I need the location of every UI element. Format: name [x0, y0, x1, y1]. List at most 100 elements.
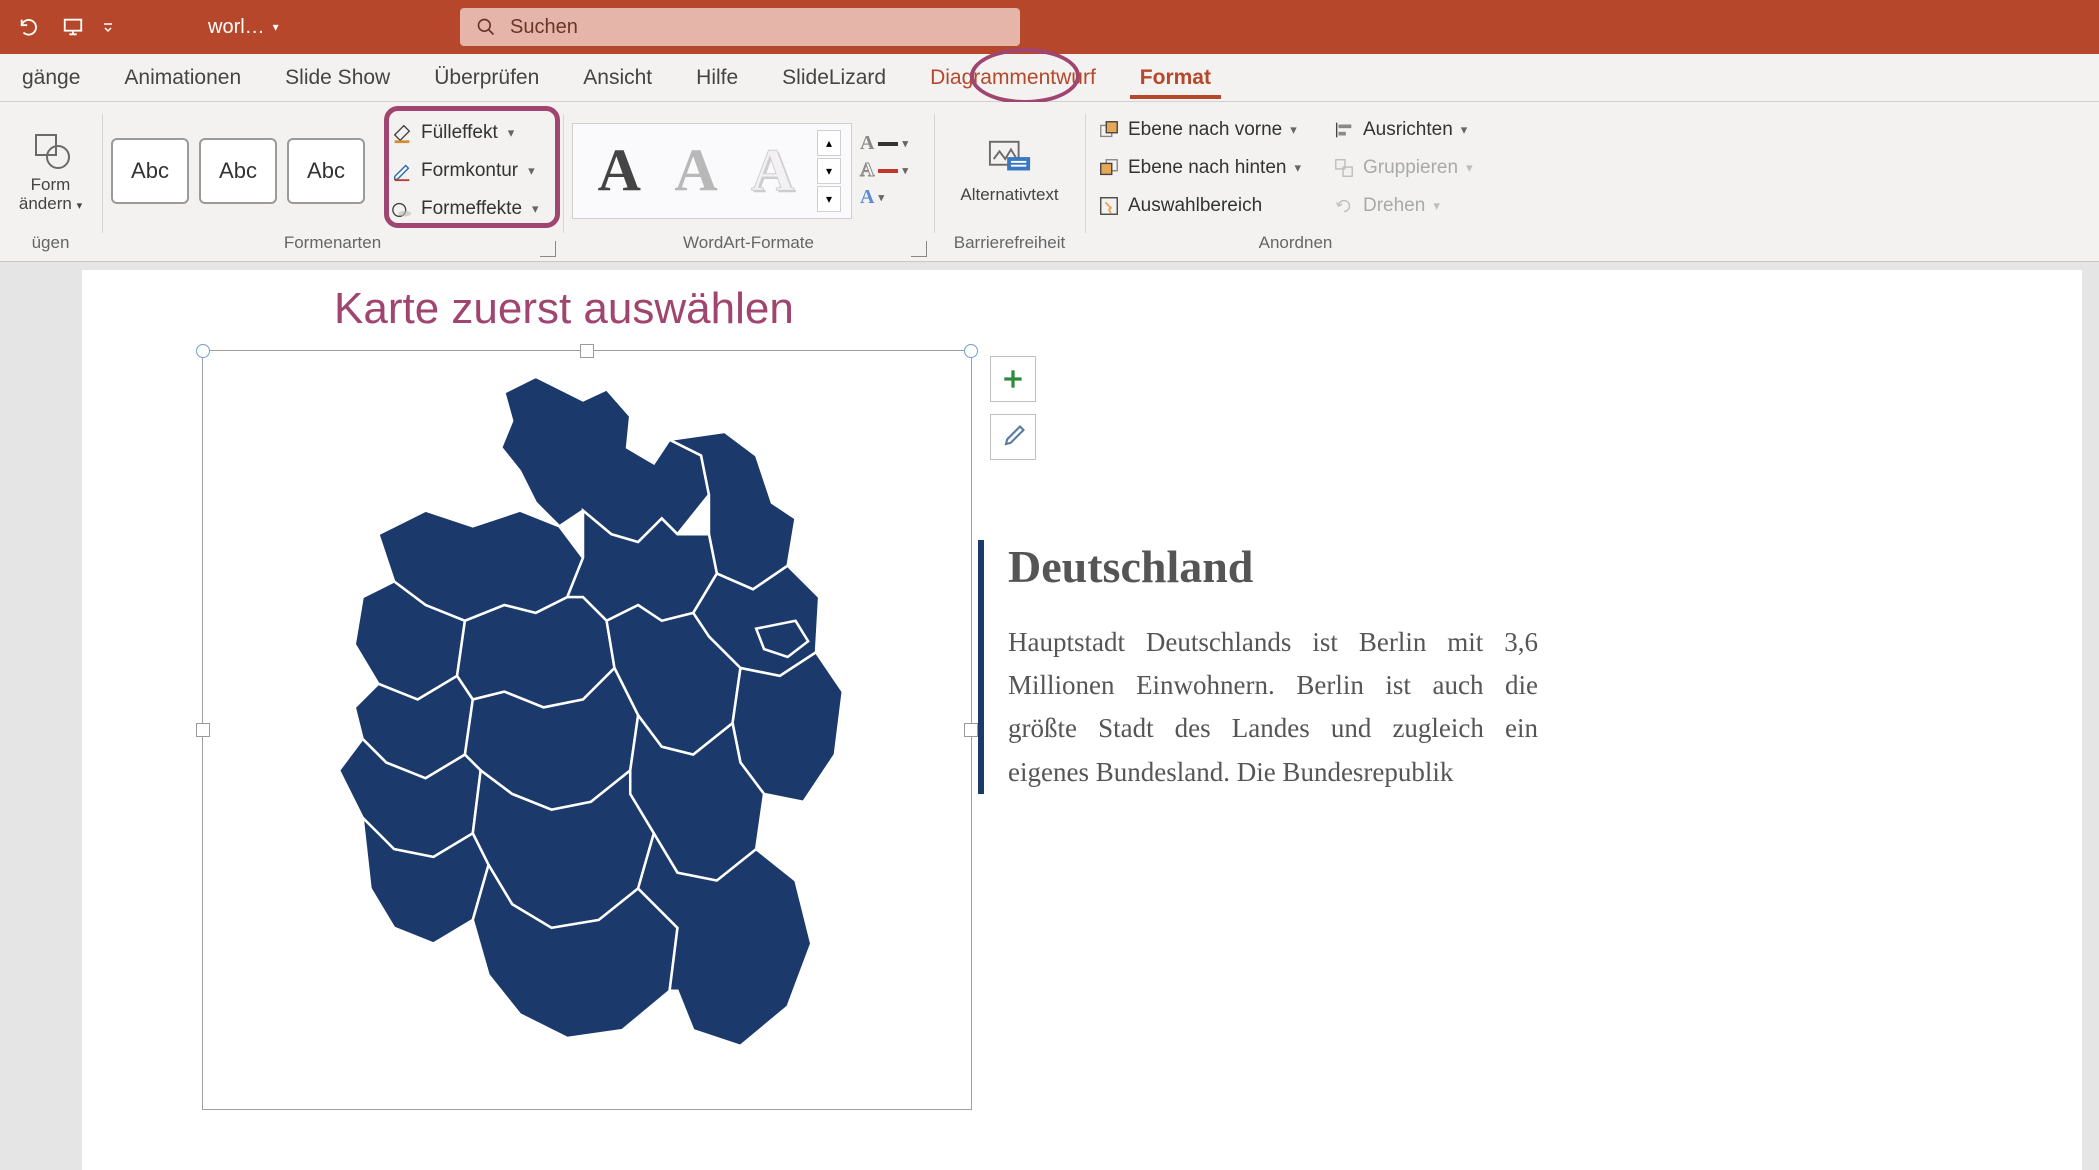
- group-wordart: A A A ▴ ▾ ▾ A▾ A▾ A▾ WordArt-Formate: [564, 102, 934, 261]
- send-backward-button[interactable]: Ebene nach hinten▾: [1094, 152, 1305, 184]
- resize-handle-tc[interactable]: [580, 344, 594, 358]
- send-backward-icon: [1098, 157, 1120, 179]
- chevron-down-icon: ▾: [532, 201, 539, 217]
- resize-handle-ml[interactable]: [196, 723, 210, 737]
- shape-effects-button[interactable]: Formeffekte ▾: [385, 193, 545, 225]
- chevron-down-icon: ▾: [528, 163, 535, 179]
- rotate-label: Drehen: [1363, 195, 1425, 217]
- group-wordart-label: WordArt-Formate: [564, 233, 933, 261]
- selected-chart-object[interactable]: [202, 350, 972, 1110]
- pen-icon: [391, 160, 413, 182]
- ribbon-tabs: gänge Animationen Slide Show Überprüfen …: [0, 54, 2099, 102]
- chevron-down-icon: ▾: [273, 20, 279, 34]
- scroll-up-button[interactable]: ▴: [817, 130, 841, 156]
- text-style-buttons: A▾ A▾ A▾: [860, 132, 908, 209]
- group-icon: [1333, 157, 1355, 179]
- chevron-down-icon: ▾: [508, 125, 515, 141]
- tab-review[interactable]: Überprüfen: [412, 54, 561, 101]
- group-shape-styles: Abc Abc Abc Fülleffekt ▾ Formkontur ▾ Form…: [103, 102, 563, 261]
- resize-handle-mr[interactable]: [964, 723, 978, 737]
- plus-icon: [1000, 366, 1026, 392]
- wordart-gallery[interactable]: A A A ▴ ▾ ▾: [572, 123, 852, 219]
- tab-view[interactable]: Ansicht: [561, 54, 674, 101]
- alt-text-icon: [988, 137, 1032, 181]
- shape-style-gallery[interactable]: Abc Abc Abc: [111, 138, 365, 204]
- slide-heading: Deutschland: [1008, 540, 1538, 593]
- brush-icon: [999, 423, 1027, 451]
- align-label: Ausrichten: [1363, 119, 1453, 141]
- tab-animations[interactable]: Animationen: [102, 54, 263, 101]
- group-insert-shapes: Form ändern ▾ ügen: [0, 102, 102, 261]
- tab-slidelizard[interactable]: SlideLizard: [760, 54, 908, 101]
- wordart-style-2[interactable]: A: [660, 131, 733, 211]
- group-arrange-label: Anordnen: [1086, 233, 1505, 261]
- change-shape-label: Form ändern: [19, 175, 72, 213]
- search-placeholder: Suchen: [510, 16, 578, 39]
- text-fill-button[interactable]: A▾: [860, 132, 908, 155]
- bring-forward-button[interactable]: Ebene nach vorne▾: [1094, 114, 1305, 146]
- shape-style-2[interactable]: Abc: [199, 138, 277, 204]
- wordart-style-1[interactable]: A: [583, 131, 656, 211]
- slide[interactable]: Karte zuerst auswählen: [82, 270, 2082, 1170]
- paint-bucket-icon: [391, 122, 413, 144]
- slideshow-button[interactable]: [54, 8, 92, 46]
- shapes-icon: [29, 128, 73, 172]
- gallery-expand-button[interactable]: ▾: [817, 186, 841, 212]
- resize-handle-tr[interactable]: [964, 344, 978, 358]
- shape-options: Fülleffekt ▾ Formkontur ▾ Formeffekte ▾: [373, 109, 557, 233]
- align-button[interactable]: Ausrichten▾: [1329, 114, 1477, 146]
- resize-handle-tl[interactable]: [196, 344, 210, 358]
- shape-fill-button[interactable]: Fülleffekt ▾: [385, 117, 545, 149]
- align-icon: [1333, 119, 1355, 141]
- dialog-launcher[interactable]: [540, 241, 556, 257]
- ribbon: Form ändern ▾ ügen Abc Abc Abc Fülleffek…: [0, 102, 2099, 262]
- send-backward-label: Ebene nach hinten: [1128, 157, 1286, 179]
- document-title[interactable]: worl… ▾: [208, 16, 279, 39]
- shape-style-3[interactable]: Abc: [287, 138, 365, 204]
- slide-paragraph: Hauptstadt Deutschlands ist Berlin mit 3…: [1008, 621, 1538, 794]
- group-arrange: Ebene nach vorne▾ Ebene nach hinten▾ Aus…: [1086, 102, 1506, 261]
- shape-effects-label: Formeffekte: [421, 198, 522, 220]
- qat: [10, 8, 118, 46]
- bring-forward-icon: [1098, 119, 1120, 141]
- annotation-text: Karte zuerst auswählen: [334, 284, 794, 334]
- chart-elements-button[interactable]: [990, 356, 1036, 402]
- group-objects-button: Gruppieren▾: [1329, 152, 1477, 184]
- chart-styles-button[interactable]: [990, 414, 1036, 460]
- rotate-button: Drehen▾: [1329, 190, 1477, 222]
- alt-text-label: Alternativtext: [960, 185, 1058, 205]
- text-effects-button[interactable]: A▾: [860, 186, 908, 209]
- rotate-icon: [1333, 195, 1355, 217]
- tab-transitions[interactable]: gänge: [0, 54, 102, 101]
- shape-outline-button[interactable]: Formkontur ▾: [385, 155, 545, 187]
- tab-chartdesign[interactable]: Diagrammentwurf: [908, 54, 1118, 101]
- selection-pane-label: Auswahlbereich: [1128, 195, 1262, 217]
- dialog-launcher[interactable]: [911, 241, 927, 257]
- germany-map[interactable]: [243, 361, 923, 1101]
- accent-bar: [978, 540, 984, 794]
- tab-help[interactable]: Hilfe: [674, 54, 760, 101]
- effects-icon: [391, 198, 413, 220]
- alt-text-button[interactable]: Alternativtext: [968, 137, 1052, 205]
- selection-pane-icon: [1098, 195, 1120, 217]
- shape-style-1[interactable]: Abc: [111, 138, 189, 204]
- wordart-style-3[interactable]: A: [736, 131, 809, 211]
- text-content-block: Deutschland Hauptstadt Deutschlands ist …: [978, 540, 1538, 794]
- tab-slideshow[interactable]: Slide Show: [263, 54, 412, 101]
- group-access-label: Barrierefreiheit: [935, 233, 1084, 261]
- title-bar: worl… ▾ Suchen: [0, 0, 2099, 54]
- shape-outline-label: Formkontur: [421, 160, 518, 182]
- selection-pane-button[interactable]: Auswahlbereich: [1094, 190, 1305, 222]
- text-outline-button[interactable]: A▾: [860, 159, 908, 182]
- group-objects-label: Gruppieren: [1363, 157, 1458, 179]
- scroll-down-button[interactable]: ▾: [817, 158, 841, 184]
- slide-canvas-area: Karte zuerst auswählen: [0, 262, 2099, 1139]
- group-accessibility: Alternativtext Barrierefreiheit: [935, 102, 1085, 261]
- shape-fill-label: Fülleffekt: [421, 122, 498, 144]
- tab-format[interactable]: Format: [1118, 54, 1233, 101]
- qat-dropdown[interactable]: [98, 8, 118, 46]
- search-icon: [476, 17, 496, 37]
- undo-button[interactable]: [10, 8, 48, 46]
- search-box[interactable]: Suchen: [460, 8, 1020, 46]
- change-shape-button[interactable]: Form ändern ▾: [9, 128, 93, 213]
